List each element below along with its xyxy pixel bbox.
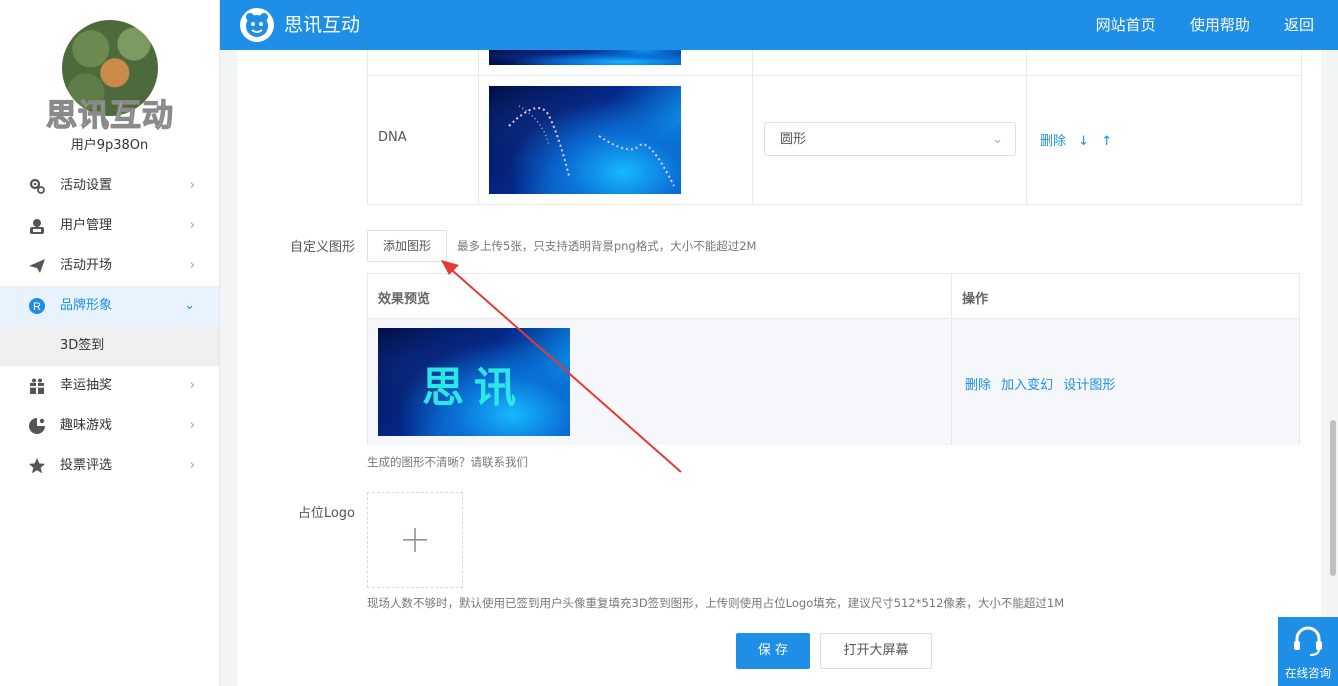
nav-home-link[interactable]: 网站首页 — [1096, 16, 1156, 34]
chevron-right-icon: › — [189, 218, 195, 233]
sidebar: 思讯互动 用户9p38On 活动设置 › 用户管理 › 活动开场 › R 品牌形… — [0, 0, 220, 686]
column-header-actions: 操作 — [962, 292, 989, 307]
top-bar: 思讯互动 网站首页 使用帮助 返回 — [220, 0, 1338, 50]
move-down-arrow[interactable]: ↓ — [1078, 134, 1089, 149]
chevron-right-icon: › — [189, 378, 195, 393]
sidebar-item-label: 投票评选 — [60, 458, 113, 473]
chevron-right-icon: › — [189, 418, 195, 433]
sidebar-item-label: 品牌形象 — [60, 298, 113, 313]
dna-helix-graphic — [508, 105, 675, 187]
sidebar-item-label: 活动开场 — [60, 258, 113, 273]
game-icon — [29, 418, 45, 434]
sidebar-item-label: 幸运抽奖 — [60, 378, 113, 393]
sidebar-item-fun-games[interactable]: 趣味游戏 › — [0, 406, 219, 446]
shape-row-actions: 删除 ↓ ↑ — [1040, 130, 1112, 149]
nav-back-link[interactable]: 返回 — [1284, 16, 1314, 34]
sidebar-item-lucky-draw[interactable]: 幸运抽奖 › — [0, 366, 219, 406]
username: 用户9p38On — [70, 138, 149, 153]
annotation-arrow — [441, 260, 682, 473]
custom-shape-label: 自定义图形 — [289, 240, 355, 255]
sidebar-item-user-management[interactable]: 用户管理 › — [0, 206, 219, 246]
headset-icon — [1294, 626, 1322, 656]
sidebar-subitem-3d-signin[interactable]: 3D签到 — [0, 326, 219, 366]
online-consult-label: 在线咨询 — [1285, 666, 1331, 680]
gift-icon — [30, 378, 44, 394]
save-button[interactable]: 保 存 — [736, 633, 810, 669]
svg-text:R: R — [33, 301, 41, 313]
shape-preview-image — [489, 86, 681, 194]
shape-name: DNA — [378, 130, 407, 145]
registered-icon: R — [29, 298, 45, 314]
main-content: DNA 圆形 ⌄ 删除 ↓ ↑ 自定义图形 添加图形 最多上传5张，只支持透明背… — [237, 50, 1321, 686]
shape-type-select[interactable]: 圆形 ⌄ — [764, 122, 1016, 156]
sidebar-item-label: 活动设置 — [60, 178, 113, 193]
placeholder-logo-hint: 现场人数不够时，默认使用已签到用户头像重复填充3D签到图形，上传则使用占位Log… — [367, 596, 1065, 610]
online-consult-button[interactable]: 在线咨询 — [1278, 617, 1338, 686]
sidebar-item-voting[interactable]: 投票评选 › — [0, 446, 219, 486]
paper-plane-icon — [29, 259, 45, 273]
nav-help-link[interactable]: 使用帮助 — [1190, 16, 1250, 34]
user-icon — [30, 219, 44, 234]
page-scrollbar[interactable] — [1330, 420, 1336, 576]
sidebar-item-label: 用户管理 — [60, 218, 113, 233]
shapes-table: DNA 圆形 ⌄ 删除 ↓ ↑ — [367, 50, 1302, 205]
sidebar-item-brand-image[interactable]: R 品牌形象 ⌄ — [0, 286, 219, 326]
select-value: 圆形 — [780, 132, 807, 147]
chevron-down-icon: ⌄ — [184, 298, 195, 313]
design-shape-link[interactable]: 设计图形 — [1063, 378, 1115, 393]
sidebar-item-label: 趣味游戏 — [60, 418, 113, 433]
top-nav: 网站首页 使用帮助 返回 — [1066, 0, 1314, 50]
brand-name[interactable]: 思讯互动 — [284, 0, 360, 50]
custom-shape-actions: 删除 加入变幻 设计图形 — [965, 374, 1115, 393]
move-up-arrow[interactable]: ↑ — [1101, 134, 1112, 149]
logo-upload-box[interactable] — [367, 492, 463, 588]
sidebar-menu: 活动设置 › 用户管理 › 活动开场 › R 品牌形象 ⌄ 3D签到 幸运抽奖 … — [0, 166, 219, 486]
chevron-right-icon: › — [189, 458, 195, 473]
chevron-right-icon: › — [189, 178, 195, 193]
star-icon — [29, 458, 45, 474]
shape-preview-image — [489, 50, 681, 65]
delete-shape-link[interactable]: 删除 — [1040, 134, 1066, 149]
gear-icon — [29, 178, 45, 194]
chevron-down-icon: ⌄ — [992, 132, 1003, 147]
sidebar-item-activity-settings[interactable]: 活动设置 › — [0, 166, 219, 206]
plus-icon — [403, 528, 427, 552]
logo-icon — [240, 8, 274, 42]
sidebar-item-activity-opening[interactable]: 活动开场 › — [0, 246, 219, 286]
add-to-transform-link[interactable]: 加入变幻 — [1001, 378, 1053, 393]
open-big-screen-button[interactable]: 打开大屏幕 — [820, 633, 932, 669]
chevron-right-icon: › — [189, 258, 195, 273]
delete-custom-shape-link[interactable]: 删除 — [965, 378, 991, 393]
brand-watermark: 思讯互动 — [45, 97, 174, 134]
column-header-preview: 效果预览 — [378, 292, 431, 307]
placeholder-logo-label: 占位Logo — [297, 506, 355, 521]
